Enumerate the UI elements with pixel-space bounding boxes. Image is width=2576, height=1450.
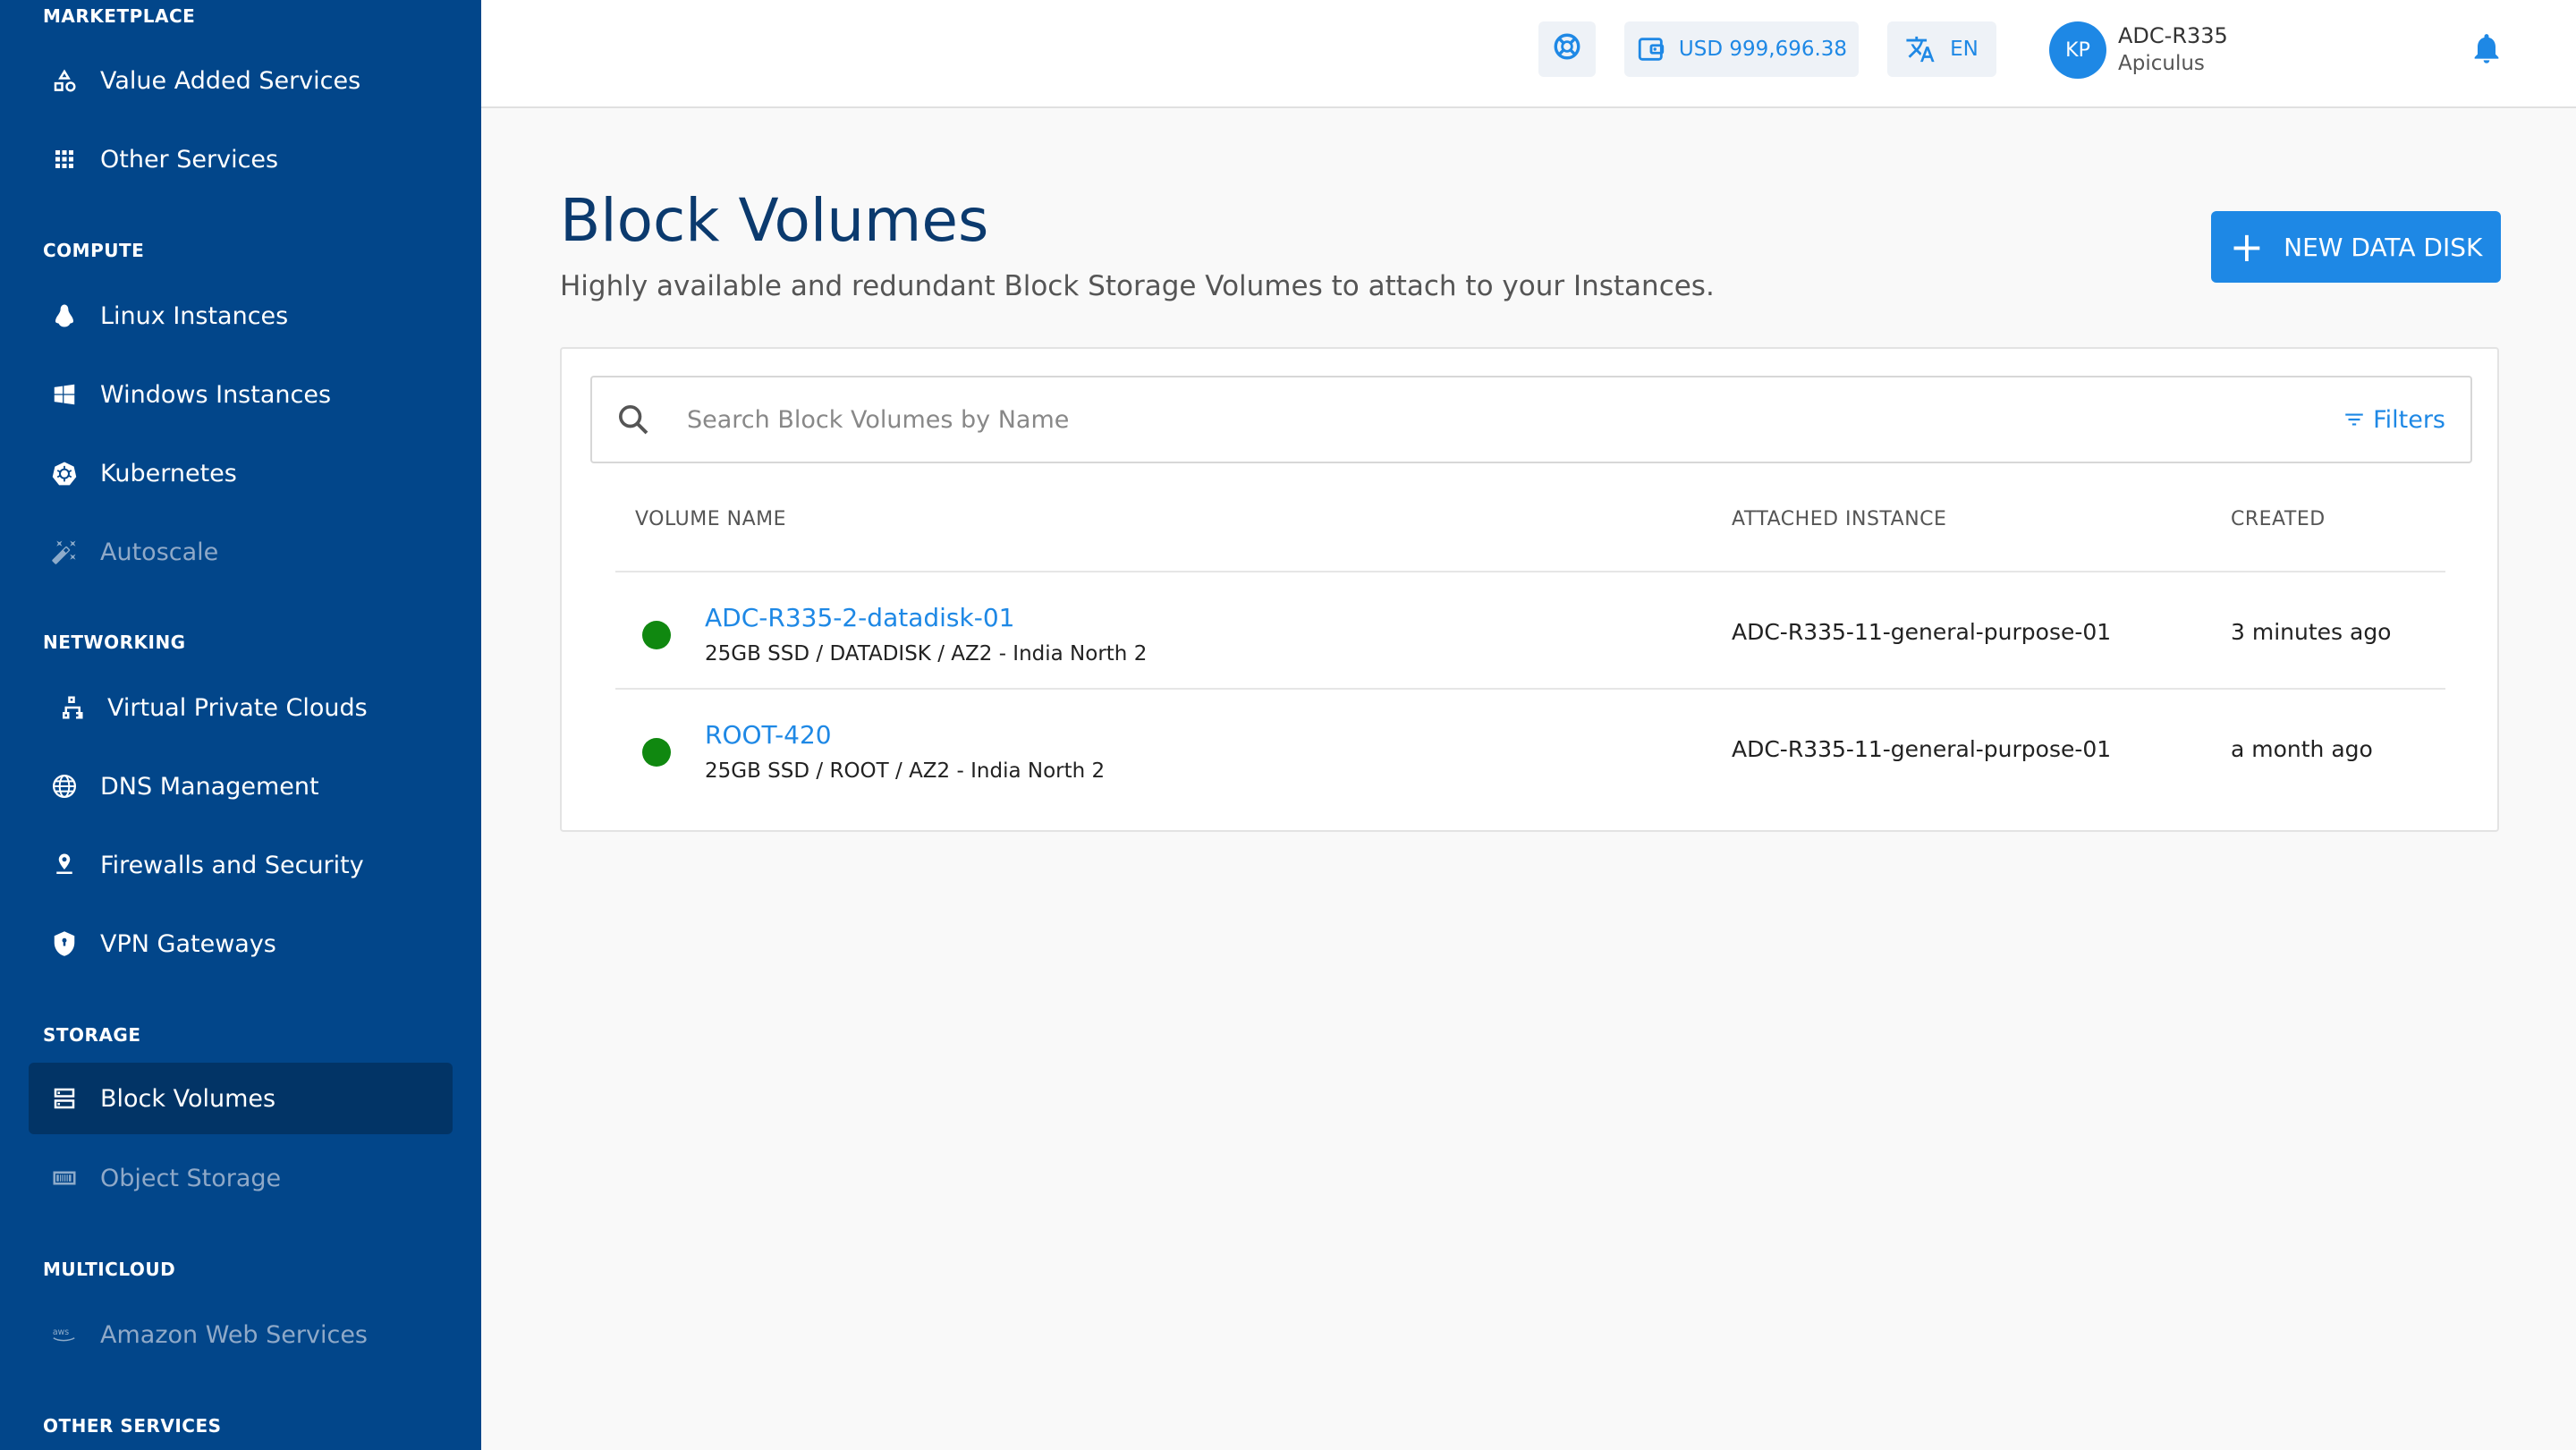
attached-instance: ADC-R335-11-general-purpose-01 [1732, 619, 2112, 645]
wallet-icon [1636, 34, 1666, 64]
section-label-marketplace: MARKETPLACE [43, 5, 196, 27]
status-indicator [642, 738, 671, 767]
sidebar-item-label: Other Services [100, 145, 279, 174]
sidebar-item-amazon-web-services[interactable]: aws Amazon Web Services [29, 1299, 453, 1370]
plus-icon: + [2229, 223, 2265, 271]
language-button[interactable]: EN [1887, 21, 1996, 77]
sidebar-item-object-storage[interactable]: Object Storage [29, 1142, 453, 1214]
sidebar-item-vpn-gateways[interactable]: VPN Gateways [29, 908, 453, 979]
sidebar-item-autoscale[interactable]: Autoscale [29, 516, 453, 588]
sidebar-item-virtual-private-clouds[interactable]: Virtual Private Clouds [29, 672, 453, 743]
support-button[interactable] [1538, 21, 1596, 77]
status-indicator [642, 621, 671, 649]
filters-label: Filters [2373, 405, 2445, 434]
sidebar-item-label: Object Storage [100, 1164, 282, 1192]
magic-wand-icon [29, 538, 100, 565]
column-header-created[interactable]: CREATED [2231, 508, 2326, 530]
volumes-card: Filters VOLUME NAME ATTACHED INSTANCE CR… [560, 347, 2499, 832]
sidebar-item-label: Kubernetes [100, 459, 237, 488]
user-org: Apiculus [2118, 52, 2205, 75]
created-time: 3 minutes ago [2231, 619, 2392, 645]
sidebar-item-label: Linux Instances [100, 301, 289, 330]
notification-bell-icon[interactable] [2469, 29, 2504, 68]
sidebar-item-label: Amazon Web Services [100, 1320, 369, 1349]
section-label-networking: NETWORKING [43, 632, 186, 653]
section-label-multicloud: MULTICLOUD [43, 1259, 176, 1280]
section-label-storage: STORAGE [43, 1024, 141, 1046]
search-input[interactable] [687, 393, 2343, 446]
network-icon [36, 694, 107, 721]
grid-icon [29, 146, 100, 173]
sidebar-item-label: Virtual Private Clouds [107, 693, 368, 722]
sidebar-item-label: Value Added Services [100, 66, 361, 95]
sidebar-item-label: Autoscale [100, 538, 219, 566]
table-row[interactable]: ADC-R335-2-datadisk-01 25GB SSD / DATADI… [615, 571, 2445, 687]
wallet-balance-button[interactable]: USD 999,696.38 [1624, 21, 1859, 77]
new-data-disk-label: NEW DATA DISK [2284, 232, 2483, 262]
sidebar-item-dns-management[interactable]: DNS Management [29, 750, 453, 822]
volume-name-link[interactable]: ROOT-420 [705, 720, 832, 750]
shapes-icon [29, 67, 100, 94]
avatar[interactable]: KP [2049, 21, 2106, 79]
sidebar-item-kubernetes[interactable]: Kubernetes [29, 437, 453, 509]
globe-icon [29, 773, 100, 800]
volume-meta: 25GB SSD / DATADISK / AZ2 - India North … [705, 642, 1148, 666]
bucket-icon [29, 1165, 100, 1191]
lifebuoy-icon [1552, 31, 1582, 67]
page-title: Block Volumes [560, 186, 989, 255]
sidebar-item-windows-instances[interactable]: Windows Instances [29, 359, 453, 430]
sidebar: MARKETPLACE Value Added Services Other S… [0, 0, 481, 1450]
storage-icon [29, 1085, 100, 1112]
language-code: EN [1950, 38, 1979, 61]
attached-instance: ADC-R335-11-general-purpose-01 [1732, 736, 2112, 762]
shield-icon [29, 930, 100, 957]
aws-icon: aws [29, 1321, 100, 1348]
page-subtitle: Highly available and redundant Block Sto… [560, 270, 1715, 302]
sidebar-item-label: VPN Gateways [100, 929, 276, 958]
sidebar-item-firewalls-and-security[interactable]: Firewalls and Security [29, 829, 453, 901]
table-row[interactable]: ROOT-420 25GB SSD / ROOT / AZ2 - India N… [615, 688, 2445, 804]
translate-icon [1905, 34, 1936, 64]
search-icon [615, 402, 651, 437]
user-name[interactable]: ADC-R335 [2118, 23, 2228, 48]
sidebar-item-label: DNS Management [100, 772, 319, 801]
section-label-compute: COMPUTE [43, 240, 145, 261]
windows-icon [29, 381, 100, 408]
sidebar-item-label: Windows Instances [100, 380, 332, 409]
created-time: a month ago [2231, 736, 2373, 762]
firewall-icon [29, 852, 100, 878]
wallet-balance: USD 999,696.38 [1678, 38, 1848, 61]
volume-meta: 25GB SSD / ROOT / AZ2 - India North 2 [705, 759, 1106, 783]
sidebar-item-linux-instances[interactable]: Linux Instances [29, 280, 453, 352]
filter-icon [2343, 408, 2373, 431]
section-label-other-services: OTHER SERVICES [43, 1415, 222, 1437]
filters-button[interactable]: Filters [2343, 406, 2445, 434]
linux-icon [29, 302, 100, 329]
volume-name-link[interactable]: ADC-R335-2-datadisk-01 [705, 603, 1014, 632]
kubernetes-icon [29, 460, 100, 487]
search-bar: Filters [590, 376, 2472, 463]
sidebar-item-label: Block Volumes [100, 1084, 276, 1113]
sidebar-item-value-added-services[interactable]: Value Added Services [29, 45, 453, 116]
new-data-disk-button[interactable]: + NEW DATA DISK [2211, 211, 2501, 283]
top-header: USD 999,696.38 EN KP ADC-R335 Apiculus [481, 0, 2576, 108]
column-header-attached-instance[interactable]: ATTACHED INSTANCE [1732, 508, 1946, 530]
svg-text:aws: aws [53, 1327, 69, 1337]
sidebar-item-label: Firewalls and Security [100, 851, 364, 879]
sidebar-item-block-volumes[interactable]: Block Volumes [29, 1063, 453, 1134]
column-header-volume-name[interactable]: VOLUME NAME [635, 508, 786, 530]
sidebar-item-other-services[interactable]: Other Services [29, 123, 453, 195]
